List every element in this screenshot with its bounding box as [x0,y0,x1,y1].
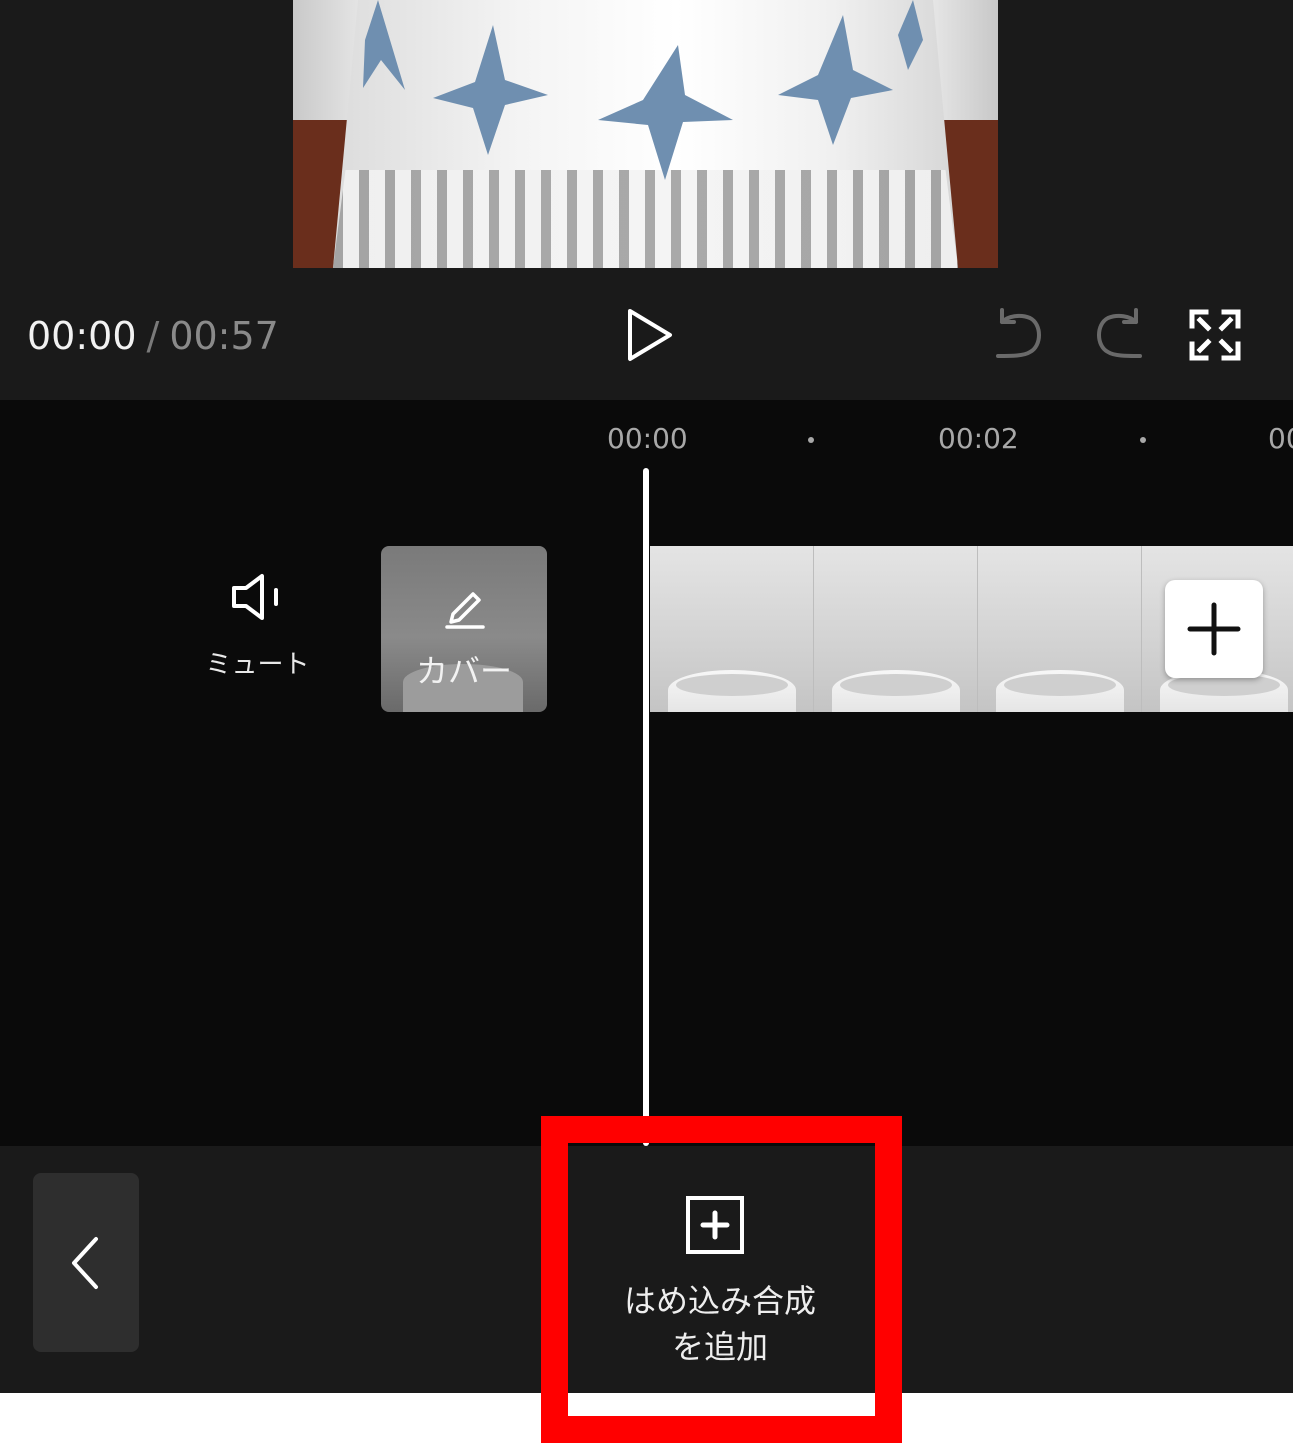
cover-button[interactable]: カバー [381,546,547,712]
speaker-icon [232,574,278,620]
ruler-tick-label: 00 [1268,422,1293,455]
current-time: 00:00 [27,314,137,358]
play-icon[interactable] [620,305,680,365]
edit-pencil-icon [445,592,485,629]
time-separator: / [146,314,160,358]
ruler-tick-label: 00:02 [938,422,1019,455]
redo-icon[interactable] [1090,306,1148,364]
ruler-tick-label: 00:00 [607,422,688,455]
mute-label: ミュート [205,650,310,680]
chevron-left-icon [72,1237,98,1289]
back-button[interactable] [33,1173,139,1352]
highlight-annotation-box [541,1116,902,1443]
playhead[interactable] [643,468,649,1146]
ruler-dot [1140,437,1146,443]
clip-thumbnail [978,546,1142,712]
ruler-dot [808,437,814,443]
total-duration: 00:57 [169,314,279,358]
add-clip-button[interactable] [1165,580,1263,678]
plus-icon [1187,602,1241,656]
clip-thumbnail [814,546,978,712]
fullscreen-icon[interactable] [1188,308,1242,362]
preview-area [0,0,1293,268]
undo-icon[interactable] [990,306,1048,364]
time-display: 00:00/00:57 [27,310,279,362]
video-preview [293,0,998,268]
mute-button[interactable]: ミュート [200,566,315,686]
clip-thumbnail [650,546,814,712]
cover-label: カバー [415,652,512,690]
starfish-pattern [363,0,923,180]
